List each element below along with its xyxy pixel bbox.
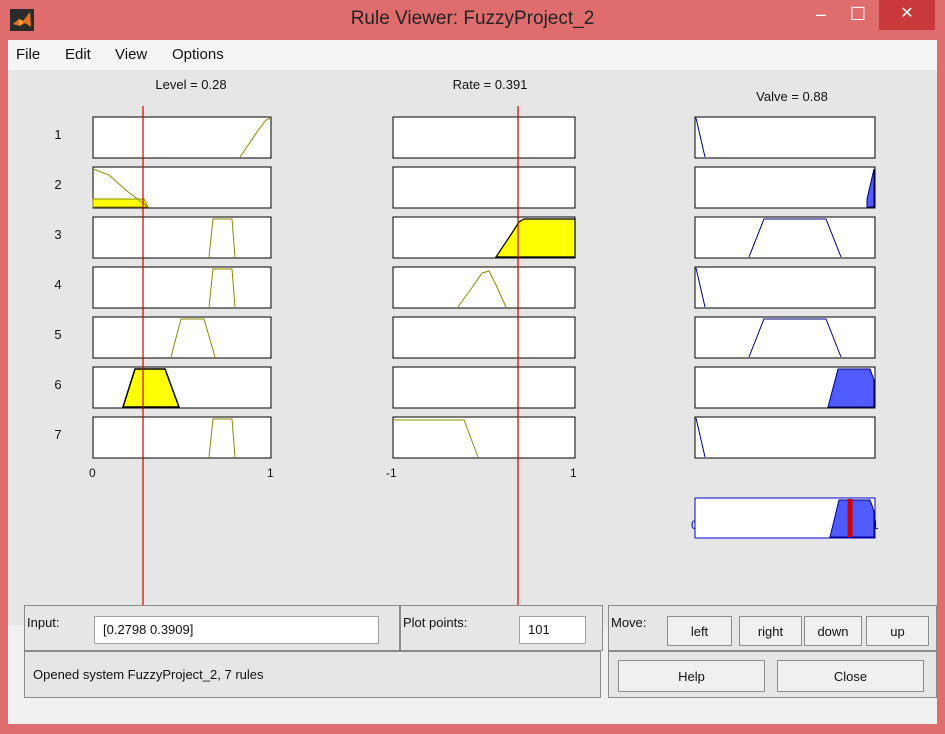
menu-edit[interactable]: Edit — [65, 46, 91, 63]
valve-rule-2[interactable] — [694, 166, 876, 209]
input-label: Input: — [27, 615, 60, 630]
level-rule-2[interactable] — [92, 166, 272, 209]
valve-rule-6[interactable] — [694, 366, 876, 409]
valve-rule-4[interactable] — [694, 266, 876, 309]
menu-view[interactable]: View — [115, 46, 147, 63]
rate-rule-6[interactable] — [392, 366, 576, 409]
window-frame: Rule Viewer: FuzzyProject_2 – ☐ ✕ File E… — [0, 0, 945, 734]
help-button[interactable]: Help — [618, 660, 765, 692]
rate-rule-7[interactable] — [392, 416, 576, 459]
status-text: Opened system FuzzyProject_2, 7 rules — [33, 667, 264, 682]
rate-rule-5[interactable] — [392, 316, 576, 359]
rule-plot-area: Level = 0.28 Rate = 0.391 Valve = 0.88 1… — [8, 70, 937, 625]
close-button[interactable]: Close — [777, 660, 924, 692]
level-rule-1[interactable] — [92, 116, 272, 159]
status-panel: Opened system FuzzyProject_2, 7 rules — [24, 651, 601, 698]
move-label: Move: — [611, 615, 647, 630]
minimize-button[interactable]: – — [803, 0, 839, 30]
level-rule-3[interactable] — [92, 216, 272, 259]
close-window-button[interactable]: ✕ — [879, 0, 935, 30]
input-field[interactable]: [0.2798 0.3909] — [94, 616, 379, 644]
level-rule-7[interactable] — [92, 416, 272, 459]
level-rule-6[interactable] — [92, 366, 272, 409]
valve-rule-7[interactable] — [694, 416, 876, 459]
move-panel: Move: left right down up — [608, 605, 937, 651]
valve-rule-3[interactable] — [694, 216, 876, 259]
menu-file[interactable]: File — [16, 46, 40, 63]
plot-points-field[interactable]: 101 — [519, 616, 586, 644]
maximize-button[interactable]: ☐ — [839, 0, 877, 30]
title-bar[interactable]: Rule Viewer: FuzzyProject_2 – ☐ ✕ — [0, 0, 945, 40]
plot-points-label: Plot points: — [403, 615, 468, 630]
rate-rule-1[interactable] — [392, 116, 576, 159]
valve-rule-5[interactable] — [694, 316, 876, 359]
move-left-button[interactable]: left — [667, 616, 732, 646]
help-close-panel: Help Close — [608, 651, 937, 698]
rate-rule-2[interactable] — [392, 166, 576, 209]
client-area: File Edit View Options Level = 0.28 Rate… — [8, 40, 937, 724]
valve-rule-1[interactable] — [694, 116, 876, 159]
move-up-button[interactable]: up — [866, 616, 929, 646]
move-down-button[interactable]: down — [804, 616, 862, 646]
level-rule-5[interactable] — [92, 316, 272, 359]
rate-rule-3[interactable] — [392, 216, 576, 259]
menu-options[interactable]: Options — [172, 46, 224, 63]
plot-points-panel: Plot points: 101 — [400, 605, 603, 651]
menu-bar: File Edit View Options — [8, 40, 937, 70]
rate-rule-4[interactable] — [392, 266, 576, 309]
valve-aggregate-output[interactable] — [694, 497, 876, 539]
level-rule-4[interactable] — [92, 266, 272, 309]
rule-plots — [92, 106, 876, 625]
move-right-button[interactable]: right — [739, 616, 802, 646]
input-panel: Input: [0.2798 0.3909] — [24, 605, 400, 651]
